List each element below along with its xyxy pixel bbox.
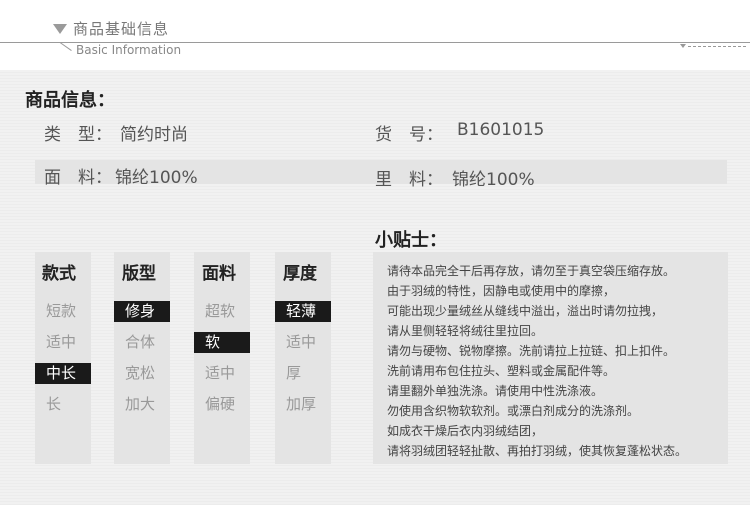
lining-value: 锦纶100%: [452, 170, 535, 190]
tip-line: 由于羽绒的特性，因静电或使用中的摩擦，: [387, 284, 616, 298]
attribute-option-selected: 轻薄: [275, 301, 331, 322]
attribute-option: 厚: [286, 364, 302, 382]
attribute-header: 版型: [122, 264, 156, 284]
attribute-option: 超软: [205, 302, 236, 320]
tip-line: 请勿与硬物、锐物摩擦。洗前请拉上拉链、扣上扣件。: [387, 344, 676, 358]
tip-line: 请待本品完全干后再存放，请勿至于真空袋压缩存放。: [387, 264, 676, 278]
dashed-line: [688, 46, 746, 47]
triangle-down-icon: [53, 24, 67, 34]
attribute-header: 面料: [202, 264, 236, 284]
attribute-option-selected: 修身: [114, 301, 170, 322]
tips-title: 小贴士：: [375, 230, 447, 251]
attribute-option: 适中: [286, 333, 317, 351]
attribute-option: 适中: [46, 333, 77, 351]
tip-line: 如成衣干燥后衣内羽绒结团，: [387, 424, 544, 438]
attribute-option: 短款: [46, 302, 77, 320]
tip-line: 可能出现少量绒丝从缝线中溢出，溢出时请勿拉拽，: [387, 304, 664, 318]
type-value: 简约时尚: [120, 125, 188, 145]
attribute-option-selected: 中长: [35, 363, 91, 384]
header-title-en: Basic Information: [76, 43, 182, 57]
small-triangle-icon: [680, 44, 686, 48]
attribute-option: 偏硬: [205, 395, 236, 413]
attribute-option: 宽松: [125, 364, 156, 382]
fabric-label: 面 料：: [44, 168, 112, 188]
header-title-cn: 商品基础信息: [73, 20, 170, 38]
attribute-header: 厚度: [283, 264, 317, 284]
type-label: 类 型：: [44, 125, 112, 145]
attribute-option: 加厚: [286, 395, 317, 413]
tip-line: 请从里侧轻轻将绒往里拉回。: [387, 324, 544, 338]
tip-line: 勿使用含织物软软剂。或漂白剂成分的洗涤剂。: [387, 404, 640, 418]
sku-value: B1601015: [457, 120, 545, 140]
tip-line: 请里翻外单独洗涤。请使用中性洗涤液。: [387, 384, 604, 398]
tip-line: 洗前请用布包住拉头、塑料或金属配件等。: [387, 364, 616, 378]
attribute-header: 款式: [42, 264, 76, 284]
attribute-option: 长: [46, 395, 62, 413]
fabric-value: 锦纶100%: [115, 168, 198, 188]
sku-label: 货 号：: [375, 125, 443, 145]
header-divider-notch: [59, 42, 72, 51]
lining-label: 里 料：: [375, 170, 443, 190]
attribute-option-selected: 软: [194, 332, 250, 353]
attribute-option: 合体: [125, 333, 156, 351]
attribute-option: 适中: [205, 364, 236, 382]
section-header: 商品基础信息 Basic Information: [0, 0, 750, 70]
tip-line: 请将羽绒团轻轻扯散、再拍打羽绒，使其恢复蓬松状态。: [387, 444, 688, 458]
product-info-title: 商品信息：: [25, 90, 115, 111]
attribute-option: 加大: [125, 395, 156, 413]
